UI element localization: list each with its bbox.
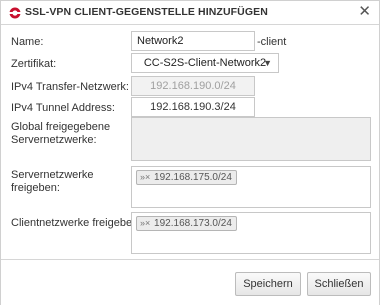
global-server-networks-list (131, 117, 371, 161)
name-suffix: -client (257, 36, 287, 48)
close-button[interactable]: Schließen (307, 272, 371, 296)
dialog-title: SSL-VPN CLIENT-GEGENSTELLE HINZUFÜGEN (25, 6, 268, 18)
global-server-networks-label: Global freigegebene Servernetzwerke: (11, 121, 111, 146)
client-networks-list[interactable]: »× 192.168.173.0/24 (131, 212, 371, 254)
certificate-selected-value: CC-S2S-Client-Network2 (143, 57, 267, 69)
close-icon[interactable]: ✕ (358, 4, 371, 20)
name-input[interactable] (131, 31, 255, 51)
certificate-label: Zertifikat: (11, 58, 57, 70)
client-network-value: 192.168.173.0/24 (154, 218, 232, 229)
dialog-footer: Speichern Schließen (1, 259, 379, 305)
save-button[interactable]: Speichern (235, 272, 301, 296)
name-label: Name: (11, 36, 44, 48)
add-ssl-vpn-client-dialog: SSL-VPN CLIENT-GEGENSTELLE HINZUFÜGEN ✕ … (0, 0, 380, 305)
server-network-tag: »× 192.168.175.0/24 (136, 170, 237, 185)
dialog-titlebar: SSL-VPN CLIENT-GEGENSTELLE HINZUFÜGEN ✕ (1, 1, 379, 25)
client-networks-label: Clientnetzwerke freigeben: (11, 217, 142, 229)
tunnel-address-label: IPv4 Tunnel Address: (11, 102, 115, 114)
server-networks-label: Servernetzwerke freigeben: (11, 169, 94, 194)
ssl-vpn-icon (9, 7, 21, 19)
server-networks-list[interactable]: »× 192.168.175.0/24 (131, 166, 371, 208)
tunnel-address-input[interactable] (131, 97, 255, 117)
transfer-network-input[interactable] (131, 76, 255, 96)
certificate-select[interactable]: CC-S2S-Client-Network2 ▼ (131, 53, 279, 73)
transfer-network-label: IPv4 Transfer-Netzwerk: (11, 81, 129, 93)
chevron-down-icon: ▼ (263, 58, 272, 68)
server-network-value: 192.168.175.0/24 (154, 172, 232, 183)
client-network-tag: »× 192.168.173.0/24 (136, 216, 237, 231)
remove-tag-icon[interactable]: »× (140, 172, 150, 182)
remove-tag-icon[interactable]: »× (140, 218, 150, 228)
